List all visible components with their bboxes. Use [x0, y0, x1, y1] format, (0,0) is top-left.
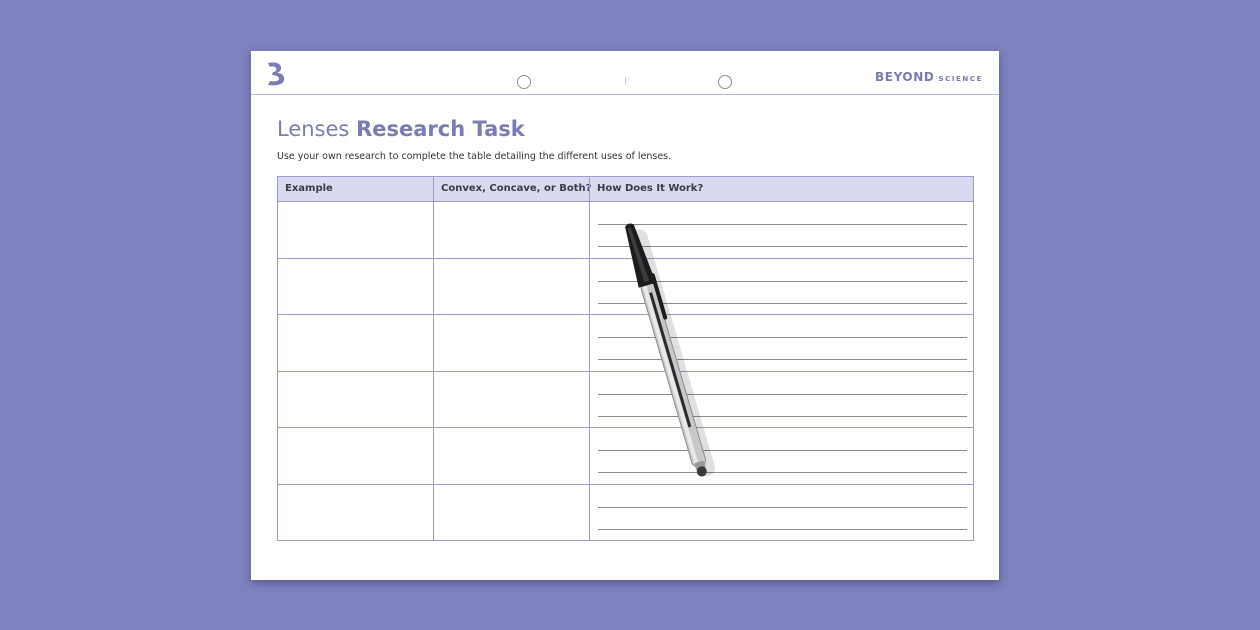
writing-line [598, 280, 967, 282]
column-header-lens-type: Convex, Concave, or Both? [441, 183, 592, 194]
table-row [278, 372, 973, 428]
beyond-b-logo-icon [268, 62, 285, 86]
writing-line [598, 359, 967, 360]
table-row [278, 202, 973, 259]
writing-line [598, 450, 967, 451]
writing-line [598, 506, 967, 508]
writing-line [598, 472, 967, 473]
table-row [278, 315, 973, 372]
worksheet-page: BEYOND SCIENCE Lenses Research Task Use y… [251, 51, 999, 580]
writing-line [598, 224, 967, 225]
brand-primary: BEYOND [875, 70, 935, 84]
table-header: Example Convex, Concave, or Both? How Do… [278, 177, 973, 202]
column-header-how-it-works: How Does It Work? [597, 183, 704, 194]
writing-line [598, 246, 967, 247]
writing-line [598, 302, 967, 304]
writing-line [598, 415, 967, 417]
research-table: Example Convex, Concave, or Both? How Do… [277, 176, 974, 541]
brand-secondary: SCIENCE [938, 75, 983, 83]
table-row [278, 485, 973, 542]
table-row [278, 259, 973, 315]
writing-line [598, 393, 967, 395]
fold-mark [625, 77, 626, 85]
binder-hole-left [517, 75, 531, 89]
table-row [278, 428, 973, 485]
brand-wordmark: BEYOND SCIENCE [875, 66, 983, 85]
binder-hole-right [718, 75, 732, 89]
worksheet-header: BEYOND SCIENCE [251, 51, 999, 95]
column-header-example: Example [285, 183, 333, 194]
writing-line [598, 337, 967, 338]
column-divider-1 [433, 177, 434, 540]
instructions-text: Use your own research to complete the ta… [277, 151, 672, 162]
title-bold: Research Task [356, 117, 525, 141]
column-divider-2 [589, 177, 590, 540]
title-light: Lenses [277, 117, 350, 141]
page-title: Lenses Research Task [277, 117, 525, 141]
writing-line [598, 528, 967, 530]
